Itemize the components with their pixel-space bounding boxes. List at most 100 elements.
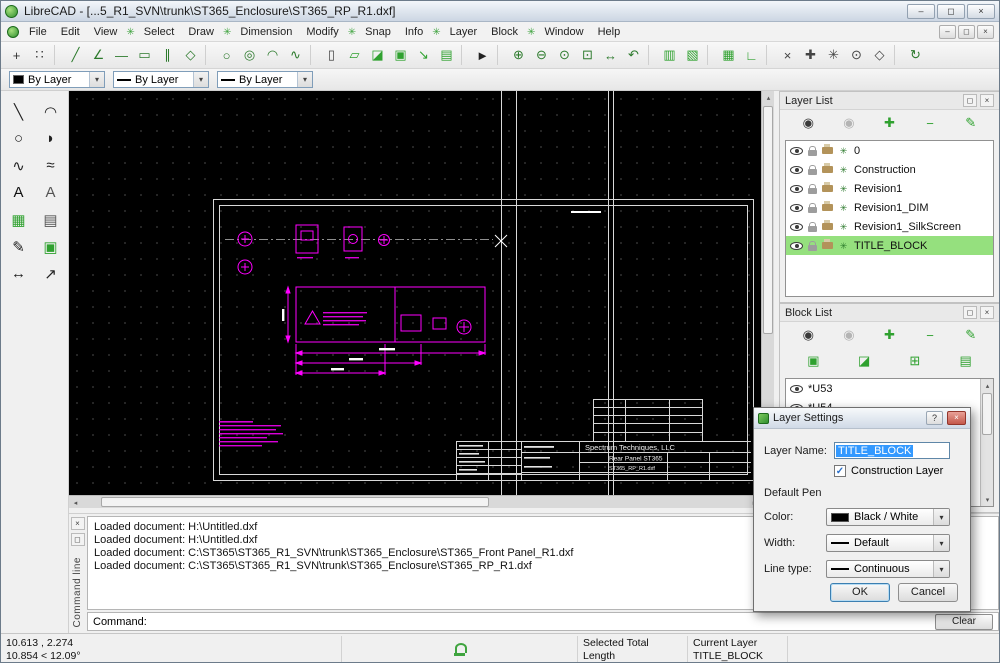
text-tool-icon[interactable]: A: [6, 180, 32, 205]
hide-all-blocks-icon[interactable]: ◉: [837, 325, 861, 346]
layer-print-icon[interactable]: [822, 166, 833, 173]
color-combobox[interactable]: Black / White: [826, 508, 950, 526]
pen-tool-icon[interactable]: ✎: [6, 234, 32, 259]
line-horizontal-icon[interactable]: ―: [110, 44, 133, 66]
redraw-icon[interactable]: ↻: [904, 44, 927, 66]
layer-row[interactable]: Revision1_SilkScreen: [786, 217, 993, 236]
arc-tool-icon[interactable]: ◠: [38, 99, 64, 124]
crosshair-icon[interactable]: +: [5, 44, 28, 66]
vertical-scroll-thumb[interactable]: [763, 106, 773, 334]
open-file-icon[interactable]: ▱: [343, 44, 366, 66]
horizontal-scrollbar[interactable]: [69, 495, 761, 508]
layer-construction-icon[interactable]: [838, 221, 849, 233]
layer-print-icon[interactable]: [822, 242, 833, 249]
linetype-combobox[interactable]: Continuous: [826, 560, 950, 578]
mtext-tool-icon[interactable]: A: [38, 180, 64, 205]
create-block-icon[interactable]: ▤: [954, 351, 978, 372]
help-button[interactable]: ?: [926, 411, 943, 425]
menu-item[interactable]: Dimension: [233, 24, 299, 40]
spline-tool-icon[interactable]: ∿: [6, 153, 32, 178]
block-scroll-thumb[interactable]: [982, 393, 992, 435]
chevron-down-icon[interactable]: [933, 535, 949, 551]
layer-list-box[interactable]: 0 Construction Revision1: [785, 140, 994, 297]
layer-lock-icon[interactable]: [808, 150, 817, 156]
ellipse-tool-icon[interactable]: ◗: [38, 126, 64, 151]
chevron-down-icon[interactable]: [89, 72, 104, 87]
zoom-pan-icon[interactable]: ↔: [599, 44, 622, 66]
dim-leader-icon[interactable]: ↗: [38, 261, 64, 286]
line-tool-icon[interactable]: ╲: [6, 99, 32, 124]
layer-row[interactable]: TITLE_BLOCK: [786, 236, 993, 255]
remove-block-icon[interactable]: −: [918, 325, 942, 346]
command-input[interactable]: [153, 615, 929, 628]
menu-item[interactable]: Info: [398, 24, 430, 40]
mdi-minimize-button[interactable]: –: [939, 25, 956, 39]
chevron-down-icon[interactable]: [193, 72, 208, 87]
image-tool-icon[interactable]: ▤: [38, 207, 64, 232]
new-document-icon[interactable]: ▯: [320, 44, 343, 66]
menu-item[interactable]: Draw: [181, 24, 221, 40]
layer-print-icon[interactable]: [822, 185, 833, 192]
layer-print-icon[interactable]: [822, 204, 833, 211]
chevron-down-icon[interactable]: [933, 561, 949, 577]
snap-center-icon[interactable]: ⊙: [845, 44, 868, 66]
select-arrow-icon[interactable]: ►: [471, 44, 494, 66]
title-bar[interactable]: LibreCAD - [...5_R1_SVN\trunk\ST365_Encl…: [1, 1, 999, 22]
ok-button[interactable]: OK: [830, 583, 890, 602]
minimize-button[interactable]: –: [907, 4, 935, 19]
layer-list-titlebar[interactable]: Layer List ◻×: [780, 92, 999, 110]
zoom-out-icon[interactable]: ⊖: [530, 44, 553, 66]
show-all-layers-icon[interactable]: ◉: [796, 113, 820, 134]
layer-lock-icon[interactable]: [808, 207, 817, 213]
block-visible-icon[interactable]: [790, 385, 803, 393]
pen-color-combobox[interactable]: By Layer: [9, 71, 105, 88]
zoom-auto-icon[interactable]: ⊙: [553, 44, 576, 66]
dialog-close-button[interactable]: ×: [947, 411, 966, 425]
scroll-left-icon[interactable]: [69, 496, 82, 509]
polygon-icon[interactable]: ◇: [179, 44, 202, 66]
block-list-scrollbar[interactable]: [980, 379, 993, 506]
zoom-previous-icon[interactable]: ↶: [622, 44, 645, 66]
menu-item[interactable]: Layer: [443, 24, 485, 40]
construction-layer-checkbox[interactable]: [834, 465, 846, 477]
layer-construction-icon[interactable]: [838, 183, 849, 195]
layer-visible-icon[interactable]: [790, 147, 803, 155]
layer-construction-icon[interactable]: [838, 240, 849, 252]
print-icon[interactable]: ▤: [435, 44, 458, 66]
layer-lock-icon[interactable]: [808, 245, 817, 251]
chevron-down-icon[interactable]: [297, 72, 312, 87]
snap-free-icon[interactable]: ×: [776, 44, 799, 66]
show-all-blocks-icon[interactable]: ◉: [796, 325, 820, 346]
mdi-restore-button[interactable]: ◻: [958, 25, 975, 39]
horizontal-scroll-thumb[interactable]: [101, 497, 489, 507]
close-panel-icon[interactable]: ×: [71, 517, 85, 530]
line-angle-icon[interactable]: ∠: [87, 44, 110, 66]
insert-block-icon[interactable]: ⊞: [903, 351, 927, 372]
layer-print-icon[interactable]: [822, 223, 833, 230]
dialog-titlebar[interactable]: Layer Settings ? ×: [754, 408, 970, 429]
layer-row[interactable]: 0: [786, 141, 993, 160]
layer-visible-icon[interactable]: [790, 185, 803, 193]
rectangle-icon[interactable]: ▭: [133, 44, 156, 66]
close-panel-icon[interactable]: ×: [980, 306, 994, 319]
snap-endpoint-icon[interactable]: ✳: [822, 44, 845, 66]
scroll-down-icon[interactable]: [981, 493, 994, 506]
layer-construction-icon[interactable]: [838, 145, 849, 157]
cancel-button[interactable]: Cancel: [898, 583, 958, 602]
layer-print-icon[interactable]: [822, 147, 833, 154]
cascade-windows-icon[interactable]: ▧: [681, 44, 704, 66]
hide-all-layers-icon[interactable]: ◉: [837, 113, 861, 134]
block-tool-icon[interactable]: ▣: [38, 234, 64, 259]
layer-visible-icon[interactable]: [790, 166, 803, 174]
layer-lock-icon[interactable]: [808, 188, 817, 194]
mdi-close-button[interactable]: ×: [977, 25, 994, 39]
layer-row[interactable]: Revision1_DIM: [786, 198, 993, 217]
pen-linetype-combobox[interactable]: By Layer: [217, 71, 313, 88]
layer-visible-icon[interactable]: [790, 242, 803, 250]
float-panel-icon[interactable]: ◻: [963, 94, 977, 107]
width-combobox[interactable]: Default: [826, 534, 950, 552]
pen-width-combobox[interactable]: By Layer: [113, 71, 209, 88]
block-row[interactable]: *U53: [786, 379, 993, 398]
arc-icon[interactable]: ◠: [261, 44, 284, 66]
polyline-tool-icon[interactable]: ≈: [38, 153, 64, 178]
